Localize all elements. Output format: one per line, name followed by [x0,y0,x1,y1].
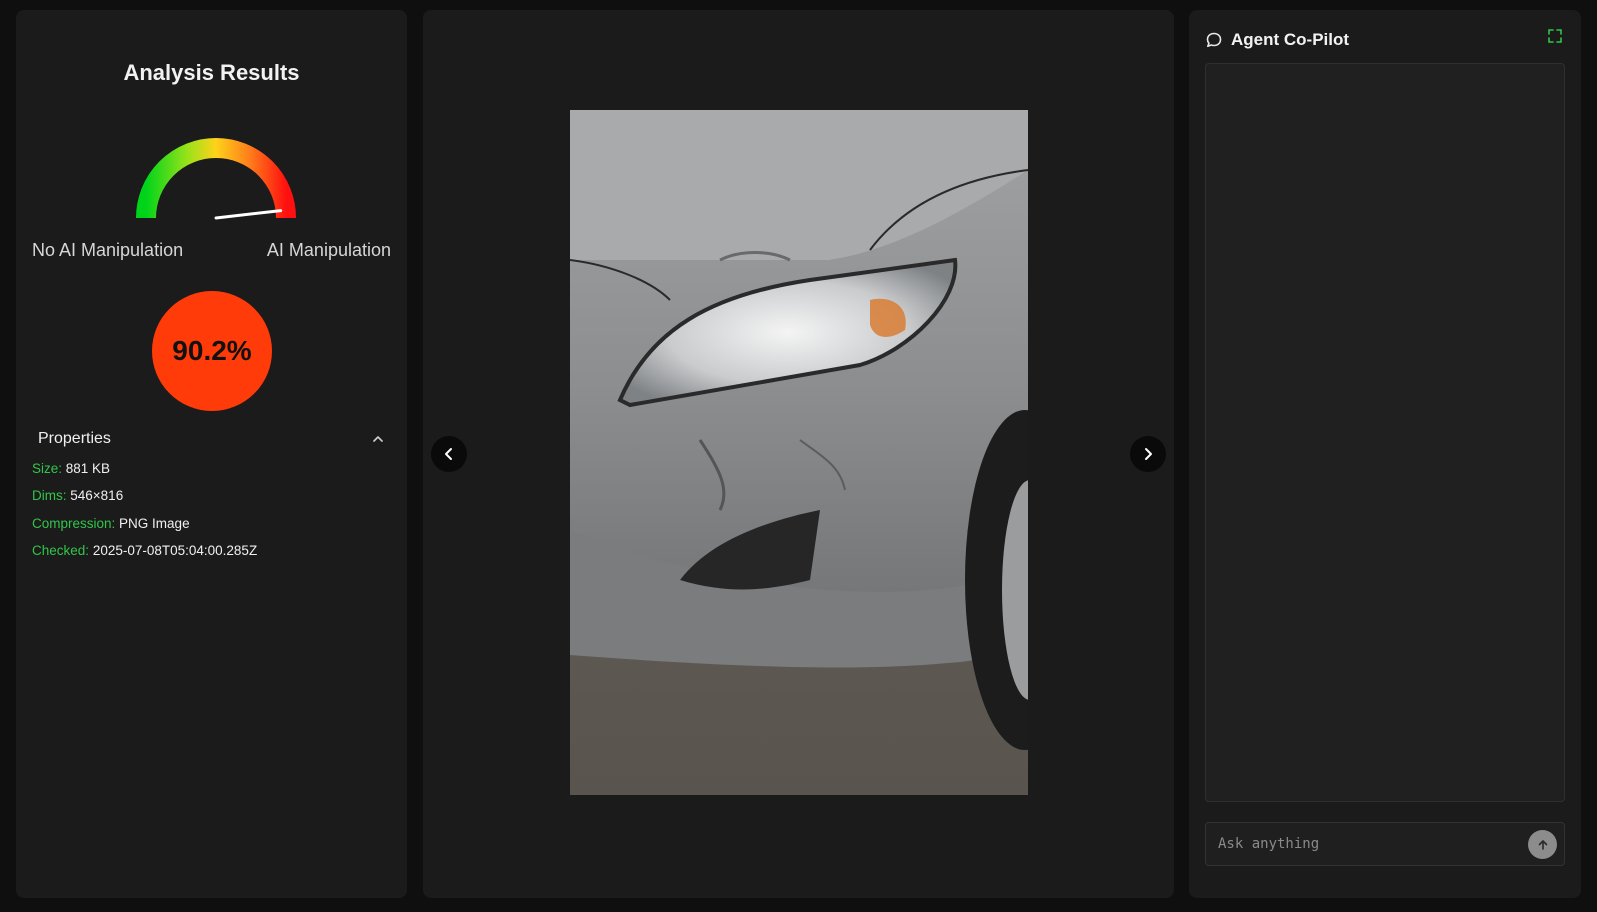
copilot-header: Agent Co-Pilot [1205,28,1349,52]
copilot-panel: Agent Co-Pilot [1189,10,1581,898]
property-value: 2025-07-08T05:04:00.285Z [92,543,258,558]
car-damage-photo [570,110,1028,795]
properties-toggle[interactable]: Properties [38,427,385,451]
previous-image-button[interactable] [431,436,467,472]
property-value: 546×816 [70,488,124,503]
chevron-left-icon [445,448,452,460]
image-viewer-panel [423,10,1174,898]
gauge-label-no-manipulation: No AI Manipulation [32,240,184,260]
chat-input[interactable] [1206,823,1516,865]
property-compression: Compression: PNG Image [32,516,190,531]
chat-messages-area[interactable] [1205,63,1565,802]
manipulation-gauge [136,138,296,220]
send-button[interactable] [1528,830,1557,859]
property-checked: Checked: 2025-07-08T05:04:00.285Z [32,543,257,558]
property-key: Dims: [32,488,67,503]
copilot-title: Agent Co-Pilot [1231,30,1350,49]
chevron-up-icon [373,436,383,442]
property-key: Size: [32,461,63,476]
score-badge: 90.2% [152,291,272,411]
chat-bubble-icon [1206,32,1222,48]
analysis-panel: Analysis Results No AI Manipulation AI M… [16,10,407,898]
analyzed-image [570,110,1028,795]
property-size: Size: 881 KB [32,461,110,476]
properties-title: Properties [38,430,111,447]
arrow-up-icon [1538,839,1547,850]
chat-input-container [1205,822,1565,866]
chevron-right-icon [1145,448,1152,460]
expand-icon[interactable] [1547,28,1563,44]
property-dims: Dims: 546×816 [32,488,123,503]
gauge-label-manipulation: AI Manipulation [266,240,391,260]
next-image-button[interactable] [1130,436,1166,472]
property-key: Compression: [32,516,116,531]
gauge-needle [214,209,283,220]
property-value: PNG Image [119,516,190,531]
property-value: 881 KB [65,461,111,476]
property-key: Checked: [32,543,90,558]
analysis-title: Analysis Results [123,60,300,85]
